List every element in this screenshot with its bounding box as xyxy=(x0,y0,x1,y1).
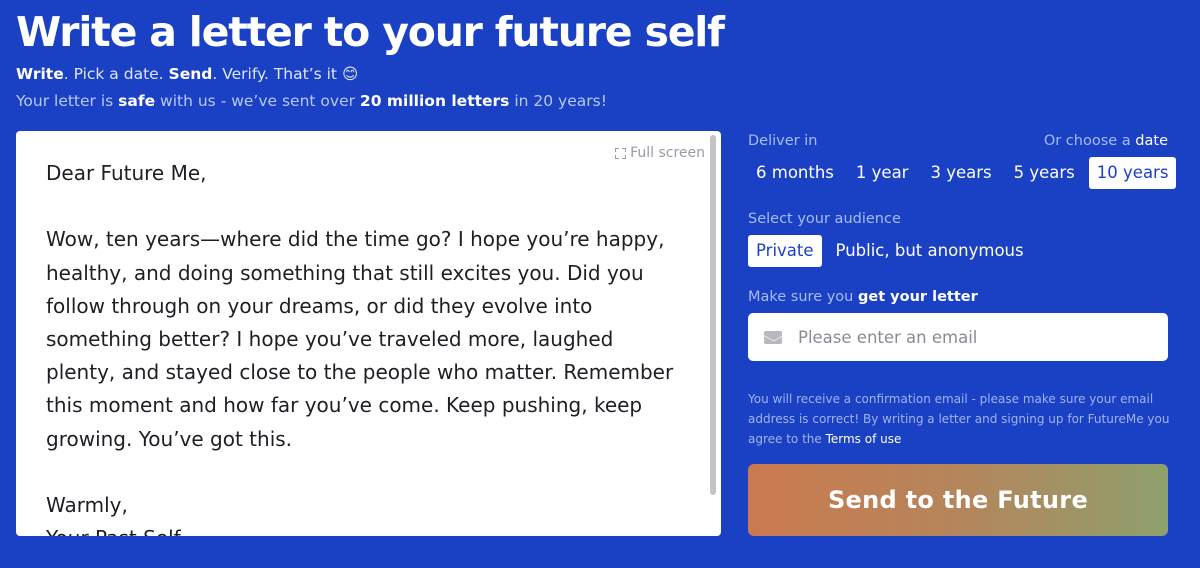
steps-line: Write. Pick a date. Send. Verify. That’s… xyxy=(16,64,358,84)
audience-options: Private Public, but anonymous xyxy=(748,235,1038,267)
assurance-line: Your letter is safe with us - we’ve sent… xyxy=(16,91,607,111)
choose-date-word[interactable]: date xyxy=(1135,133,1168,149)
step-write: Write xyxy=(16,65,64,83)
step-verify: . Verify. That’s it xyxy=(212,65,342,83)
letter-textarea[interactable]: Dear Future Me, Wow, ten years—where did… xyxy=(46,157,686,536)
assurance-count: 20 million letters xyxy=(359,92,510,110)
deliver-option-10-years[interactable]: 10 years xyxy=(1088,157,1177,189)
email-label-prefix: Make sure you xyxy=(748,289,858,305)
deliver-in-label: Deliver in xyxy=(748,133,818,149)
deliver-option-3-years[interactable]: 3 years xyxy=(922,157,999,189)
email-field-container[interactable] xyxy=(748,313,1168,361)
email-field[interactable] xyxy=(798,313,1168,361)
confirmation-notice: You will receive a confirmation email - … xyxy=(748,389,1172,449)
terms-of-use-link[interactable]: Terms of use xyxy=(826,432,902,446)
smile-emoji-icon: 😊 xyxy=(341,65,359,83)
choose-date-link[interactable]: Or choose a date xyxy=(1044,133,1168,149)
email-label-bold: get your letter xyxy=(857,289,978,305)
mail-icon xyxy=(764,330,782,344)
deliver-option-5-years[interactable]: 5 years xyxy=(1006,157,1083,189)
confirmation-text: You will receive a confirmation email - … xyxy=(748,392,1170,446)
deliver-option-1-year[interactable]: 1 year xyxy=(848,157,917,189)
delivery-options: 6 months 1 year 3 years 5 years 10 years xyxy=(748,157,1182,189)
assurance-text-3: in 20 years! xyxy=(509,92,607,110)
letter-editor[interactable]: Full screen Dear Future Me, Wow, ten yea… xyxy=(16,131,721,536)
send-to-future-button[interactable]: Send to the Future xyxy=(748,464,1168,536)
page-title: Write a letter to your future self xyxy=(16,8,725,56)
email-label: Make sure you get your letter xyxy=(748,289,978,305)
audience-label: Select your audience xyxy=(748,211,901,227)
deliver-option-6-months[interactable]: 6 months xyxy=(748,157,842,189)
step-send: Send xyxy=(168,65,213,83)
assurance-safe: safe xyxy=(118,92,156,110)
assurance-text-2: with us - we’ve sent over xyxy=(155,92,360,110)
editor-scrollbar[interactable] xyxy=(710,135,716,495)
assurance-text-1: Your letter is xyxy=(16,92,119,110)
audience-option-private[interactable]: Private xyxy=(748,235,822,267)
choose-date-prefix: Or choose a xyxy=(1043,133,1136,149)
step-pick: . Pick a date. xyxy=(63,65,169,83)
audience-option-public[interactable]: Public, but anonymous xyxy=(828,235,1032,267)
